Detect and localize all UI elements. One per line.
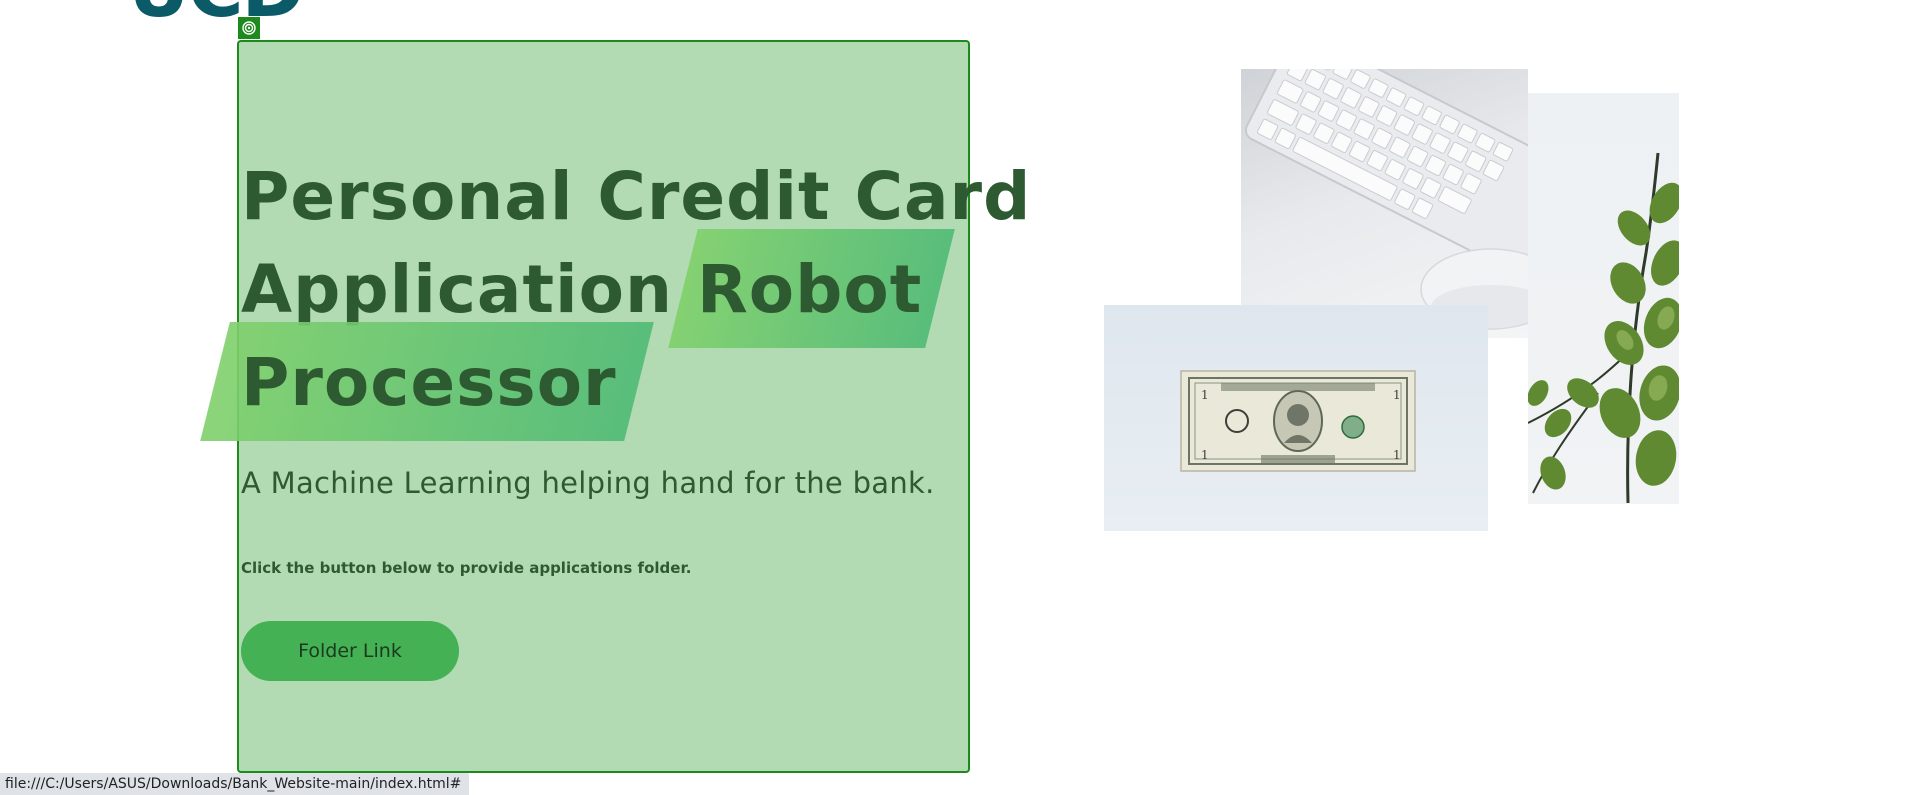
keyboard-mouse-image (1241, 69, 1528, 338)
brand-logo[interactable]: UCD (128, 0, 305, 28)
svg-text:1: 1 (1201, 448, 1209, 462)
svg-text:1: 1 (1393, 388, 1401, 402)
hero-title-highlight-robot: Robot (697, 243, 922, 336)
folder-link-button-label: Folder Link (298, 640, 402, 662)
dollar-bill-image: 1 1 1 1 (1104, 305, 1488, 531)
hero-title-highlight-processor: Processor (241, 336, 617, 429)
svg-text:1: 1 (1201, 388, 1209, 402)
svg-text:1: 1 (1393, 448, 1401, 462)
hero-title-line-3: Processor (241, 336, 1001, 429)
browser-status-bar-url: file:///C:/Users/ASUS/Downloads/Bank_Web… (0, 773, 470, 795)
hero-title: Personal Credit Card Application Robot P… (241, 150, 1030, 429)
folder-link-button[interactable]: Folder Link (241, 621, 459, 681)
inspector-target-icon (238, 17, 260, 39)
hero-title-application: Application (241, 251, 673, 328)
eucalyptus-leaf-image (1528, 93, 1679, 504)
hero-subtitle: A Machine Learning helping hand for the … (241, 466, 935, 500)
hero-instruction-note: Click the button below to provide applic… (241, 559, 692, 577)
page: UCD Personal Credit Card Application Rob… (0, 0, 1920, 795)
